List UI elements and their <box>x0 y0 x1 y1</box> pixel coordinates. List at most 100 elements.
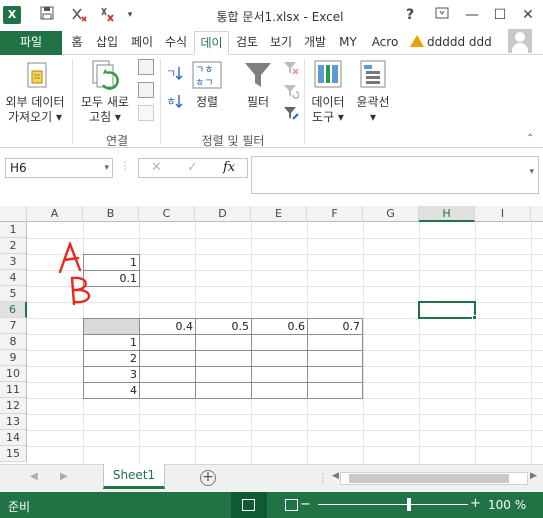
scroll-sheets-left-icon[interactable]: ◀ <box>30 471 38 482</box>
reapply-filter-icon[interactable] <box>283 83 300 102</box>
table-cell[interactable] <box>307 334 363 351</box>
get-external-data-button[interactable]: 외부 데이터 가져오기 ▾ <box>2 95 68 125</box>
tab-page-layout[interactable]: 페이 <box>127 31 157 55</box>
undo-icon[interactable] <box>98 6 116 24</box>
tab-file[interactable]: 파일 <box>0 31 62 55</box>
table-cell[interactable] <box>251 334 308 351</box>
row-header[interactable]: 3 <box>0 254 27 270</box>
row-header[interactable]: 7 <box>0 318 27 334</box>
normal-view-button[interactable] <box>231 492 267 518</box>
tab-developer[interactable]: 개발 <box>300 31 330 55</box>
table-cell[interactable] <box>139 366 196 383</box>
row-header-selected[interactable]: 6 <box>0 302 27 318</box>
table-cell[interactable] <box>251 366 308 383</box>
worksheet-grid[interactable]: A B C D E F G H I 1 2 3 4 5 6 7 8 9 10 1… <box>0 206 543 464</box>
chevron-down-icon[interactable]: ▾ <box>104 159 109 177</box>
table-cell[interactable] <box>251 350 308 367</box>
clear-filter-icon[interactable] <box>283 60 299 79</box>
cell-b8[interactable]: 1 <box>83 334 140 351</box>
sort-descending-icon[interactable]: ㅎ <box>166 93 184 112</box>
tab-data[interactable]: 데이 <box>194 31 229 55</box>
cut-clear-icon[interactable] <box>70 6 88 24</box>
column-header[interactable]: A <box>27 206 83 222</box>
tab-insert[interactable]: 삽입 <box>91 31 123 55</box>
advanced-filter-icon[interactable] <box>283 105 299 124</box>
column-header[interactable]: B <box>83 206 139 222</box>
tab-formulas[interactable]: 수식 <box>161 31 191 55</box>
column-header[interactable]: E <box>251 206 307 222</box>
row-header[interactable]: 1 <box>0 222 27 238</box>
select-all-corner[interactable] <box>0 206 27 222</box>
sheet-tab[interactable]: Sheet1 <box>103 464 165 489</box>
column-header[interactable] <box>531 206 543 222</box>
cell-b11[interactable]: 4 <box>83 382 140 399</box>
sort-ascending-icon[interactable]: ㄱ <box>166 65 184 84</box>
page-layout-view-icon[interactable] <box>285 499 298 511</box>
sort-button[interactable]: 정렬 <box>190 95 224 110</box>
cell-e7[interactable]: 0.6 <box>251 318 308 335</box>
column-header[interactable]: F <box>307 206 363 222</box>
zoom-in-icon[interactable]: + <box>470 496 481 511</box>
row-header[interactable]: 4 <box>0 270 27 286</box>
table-cell[interactable] <box>251 382 308 399</box>
properties-icon[interactable] <box>138 82 154 98</box>
cell-b10[interactable]: 3 <box>83 366 140 383</box>
avatar[interactable] <box>508 29 532 53</box>
save-icon[interactable] <box>38 6 56 24</box>
scrollbar-thumb[interactable] <box>349 474 509 483</box>
column-header-selected[interactable]: H <box>419 206 475 222</box>
insert-function-button[interactable]: fx <box>223 160 235 175</box>
scroll-right-icon[interactable]: ▶ <box>530 471 537 481</box>
row-header[interactable]: 8 <box>0 334 27 350</box>
minimize-button[interactable]: — <box>462 5 482 25</box>
collapse-ribbon-icon[interactable]: ⌃ <box>526 133 534 144</box>
tab-review[interactable]: 검토 <box>232 31 262 55</box>
expand-formula-icon[interactable]: ▾ <box>529 167 534 177</box>
table-cell[interactable] <box>195 382 252 399</box>
table-cell[interactable] <box>307 382 363 399</box>
table-cell[interactable] <box>195 366 252 383</box>
column-header[interactable]: G <box>363 206 419 222</box>
edit-links-icon[interactable] <box>138 105 154 121</box>
tab-acrobat[interactable]: Acro <box>367 31 403 55</box>
selected-cell-h6[interactable] <box>418 301 476 319</box>
row-header[interactable]: 10 <box>0 366 27 382</box>
ribbon-display-options-icon[interactable] <box>432 5 452 25</box>
scroll-sheets-right-icon[interactable]: ▶ <box>60 471 68 482</box>
user-account[interactable]: ddddd ddd <box>410 31 492 55</box>
restore-button[interactable]: ☐ <box>490 5 510 25</box>
row-header[interactable]: 9 <box>0 350 27 366</box>
row-header[interactable]: 12 <box>0 398 27 414</box>
cell-d7[interactable]: 0.5 <box>195 318 252 335</box>
data-tools-button[interactable]: 데이터 도구 ▾ <box>306 95 350 125</box>
table-cell[interactable] <box>139 334 196 351</box>
tab-my[interactable]: MY <box>335 31 361 55</box>
tab-home[interactable]: 홈 <box>66 31 88 55</box>
tab-view[interactable]: 보기 <box>266 31 296 55</box>
outline-button[interactable]: 윤곽선 ▾ <box>350 95 396 125</box>
table-cell[interactable] <box>195 350 252 367</box>
cell-c7[interactable]: 0.4 <box>139 318 196 335</box>
quick-access-customize-icon[interactable]: ▾ <box>121 6 139 24</box>
column-header[interactable]: C <box>139 206 195 222</box>
row-header[interactable]: 5 <box>0 286 27 302</box>
column-header[interactable]: I <box>475 206 531 222</box>
filter-button[interactable]: 필터 <box>238 95 278 110</box>
cell-b7[interactable] <box>83 318 140 335</box>
table-cell[interactable] <box>139 382 196 399</box>
enter-icon[interactable]: ✓ <box>187 160 198 175</box>
close-button[interactable]: ✕ <box>518 5 538 25</box>
zoom-level[interactable]: 100 % <box>488 498 526 512</box>
add-sheet-button[interactable]: + <box>200 470 216 486</box>
scroll-left-icon[interactable]: ◀ <box>332 471 339 481</box>
row-header[interactable]: 14 <box>0 430 27 446</box>
column-header[interactable]: D <box>195 206 251 222</box>
formula-input[interactable]: ▾ <box>251 156 539 194</box>
table-cell[interactable] <box>307 350 363 367</box>
refresh-all-button[interactable]: 모두 새로 고침 ▾ <box>76 95 134 125</box>
connections-icon[interactable] <box>138 59 154 75</box>
row-header[interactable]: 11 <box>0 382 27 398</box>
zoom-out-icon[interactable]: − <box>300 497 311 512</box>
zoom-slider-thumb[interactable] <box>407 498 411 511</box>
row-header[interactable]: 15 <box>0 446 27 462</box>
